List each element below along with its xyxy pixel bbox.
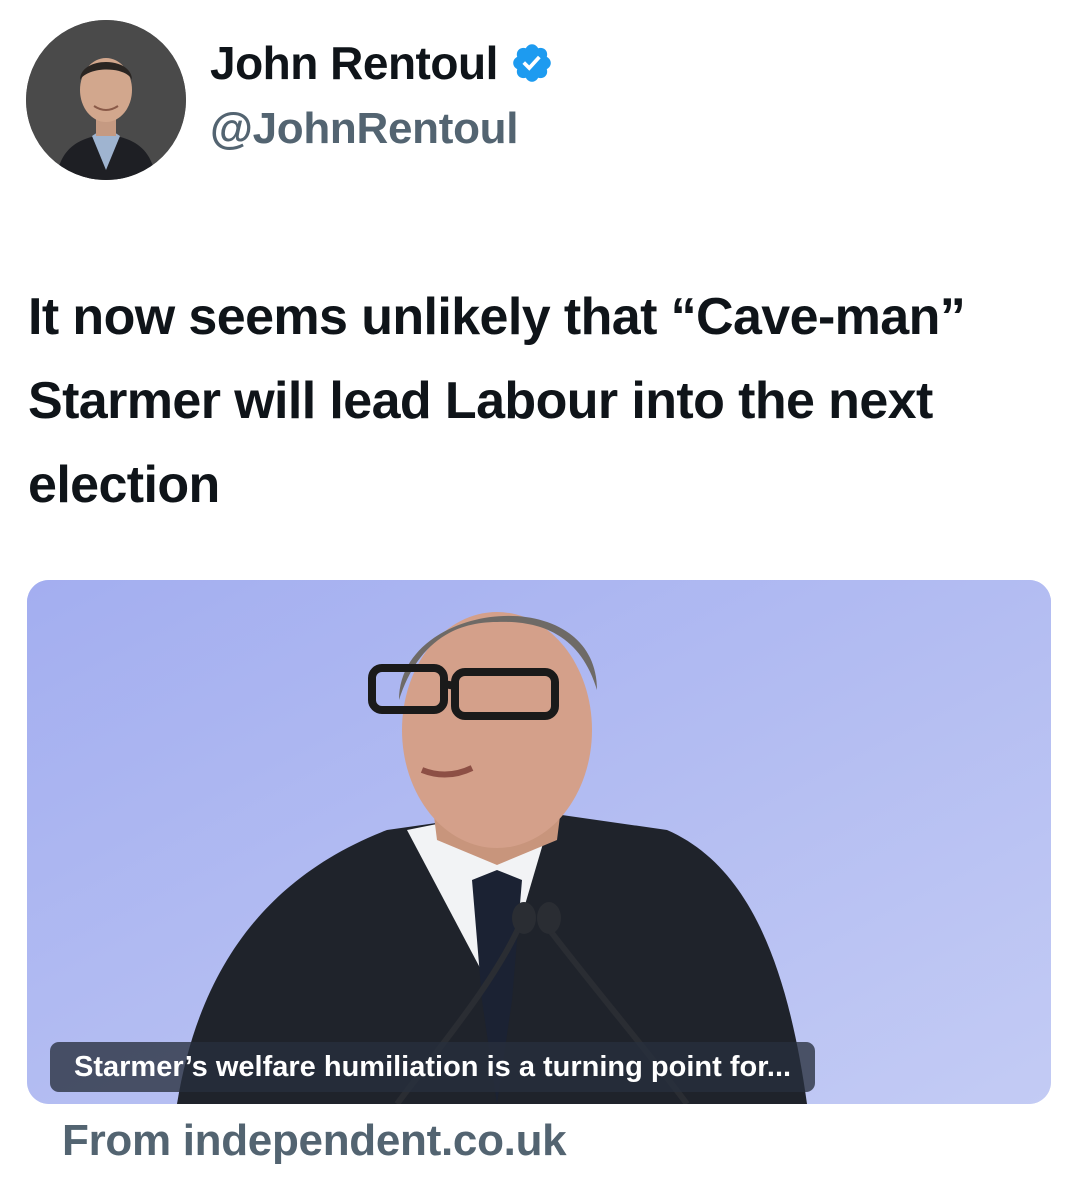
tweet-text: It now seems unlikely that “Cave-man” St… [28,288,966,514]
link-card-headline[interactable]: Starmer’s welfare humiliation is a turni… [50,1042,816,1092]
verified-badge-icon [510,41,554,85]
tweet-header: John Rentoul @JohnRentoul [26,20,1056,182]
author-handle[interactable]: @JohnRentoul [210,104,554,154]
link-card-image [27,580,1051,1104]
link-source[interactable]: From independent.co.uk [62,1116,567,1166]
link-card[interactable]: Starmer’s welfare humiliation is a turni… [27,580,1051,1104]
author-display-name[interactable]: John Rentoul [210,36,498,90]
avatar[interactable] [26,20,186,180]
avatar-photo [26,20,186,180]
